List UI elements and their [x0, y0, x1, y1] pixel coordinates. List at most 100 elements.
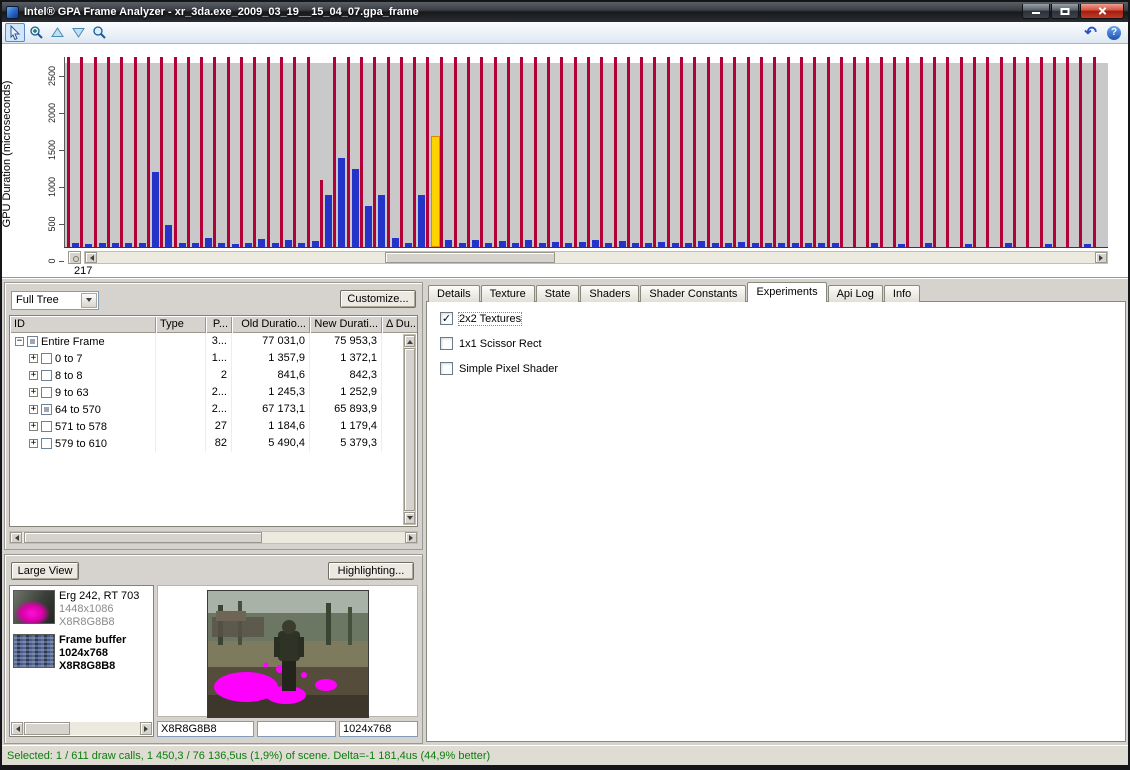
old-duration-bar[interactable]	[240, 57, 244, 247]
new-duration-bar[interactable]	[285, 239, 292, 247]
old-duration-bar[interactable]	[280, 57, 283, 247]
scrollbar-thumb[interactable]	[24, 532, 262, 543]
old-duration-bar[interactable]	[493, 57, 497, 247]
new-duration-bar[interactable]	[138, 242, 146, 247]
list-horizontal-scrollbar[interactable]	[11, 722, 152, 735]
tree-checkbox[interactable]	[41, 438, 52, 449]
tree-checkbox[interactable]	[41, 387, 52, 398]
new-duration-bar[interactable]	[351, 169, 359, 247]
scrollbar-thumb[interactable]	[24, 722, 70, 735]
expand-icon[interactable]: +	[29, 405, 38, 414]
old-duration-bar[interactable]	[133, 57, 137, 247]
new-duration-bar[interactable]	[578, 242, 586, 247]
scroll-left-arrow[interactable]	[11, 722, 23, 735]
old-duration-bar[interactable]	[720, 57, 723, 247]
new-duration-bar[interactable]	[391, 238, 399, 247]
middle-field[interactable]	[257, 721, 336, 737]
new-duration-bar[interactable]	[631, 242, 639, 247]
column-header-old-duratio-[interactable]: Old Duratio...	[232, 316, 310, 333]
expand-icon[interactable]: +	[29, 354, 38, 363]
scroll-up-button[interactable]	[47, 23, 67, 42]
close-button[interactable]	[1080, 4, 1124, 19]
old-duration-bar[interactable]	[480, 57, 484, 247]
tab-shader-constants[interactable]: Shader Constants	[640, 285, 747, 302]
old-duration-bar[interactable]	[293, 57, 297, 247]
undo-button[interactable]: ↶	[1084, 25, 1097, 40]
old-duration-bar[interactable]	[853, 57, 857, 247]
new-duration-bar[interactable]	[445, 239, 453, 247]
new-duration-bar[interactable]	[472, 239, 480, 247]
old-duration-bar[interactable]	[319, 180, 323, 247]
maximize-button[interactable]	[1051, 4, 1079, 19]
new-duration-bar[interactable]	[205, 238, 213, 247]
tab-shaders[interactable]: Shaders	[580, 285, 640, 302]
highlighting-button[interactable]: Highlighting...	[328, 562, 414, 580]
old-duration-bar[interactable]	[520, 57, 524, 247]
frame-buffer-image[interactable]	[206, 590, 369, 718]
old-duration-bar[interactable]	[746, 57, 750, 247]
new-duration-bar[interactable]	[525, 240, 533, 247]
new-duration-bar[interactable]	[711, 242, 719, 247]
old-duration-bar[interactable]	[933, 57, 936, 247]
expand-icon[interactable]: +	[29, 439, 38, 448]
table-row[interactable]: +0 to 7 1... 1 357,9 1 372,1	[10, 350, 404, 367]
scroll-down-arrow[interactable]	[404, 512, 415, 524]
tab-state[interactable]: State	[535, 285, 580, 302]
table-horizontal-scrollbar[interactable]	[9, 531, 418, 544]
tab-experiments[interactable]: Experiments	[747, 282, 827, 302]
chart-horizontal-scrollbar[interactable]	[84, 251, 1108, 264]
new-duration-bar[interactable]	[271, 243, 279, 247]
tree-checkbox[interactable]	[41, 370, 52, 381]
old-duration-bar[interactable]	[693, 57, 697, 247]
new-duration-bar[interactable]	[871, 243, 879, 247]
new-duration-bar[interactable]	[538, 242, 546, 247]
new-duration-bar[interactable]	[565, 242, 573, 247]
old-duration-bar[interactable]	[93, 57, 97, 247]
new-duration-bar[interactable]	[245, 242, 253, 247]
table-row[interactable]: +8 to 8 2 841,6 842,3	[10, 367, 404, 384]
old-duration-bar[interactable]	[866, 57, 870, 247]
new-duration-bar[interactable]	[111, 243, 119, 247]
old-duration-bar[interactable]	[972, 57, 976, 247]
new-duration-bar[interactable]	[378, 195, 386, 247]
old-duration-bar[interactable]	[786, 57, 790, 247]
old-duration-bar[interactable]	[653, 57, 657, 247]
old-duration-bar[interactable]	[533, 57, 537, 247]
old-duration-bar[interactable]	[346, 57, 350, 247]
experiment-option[interactable]: Simple Pixel Shader	[440, 362, 558, 375]
old-duration-bar[interactable]	[826, 57, 830, 247]
scrollbar-thumb[interactable]	[385, 252, 555, 263]
tree-checkbox[interactable]	[41, 353, 52, 364]
old-duration-bar[interactable]	[333, 57, 337, 247]
new-duration-bar[interactable]	[698, 241, 706, 247]
new-duration-bar[interactable]	[418, 195, 426, 247]
new-duration-bar[interactable]	[964, 243, 972, 247]
expand-icon[interactable]: +	[29, 388, 38, 397]
zoom-region-button[interactable]	[89, 23, 109, 42]
old-duration-bar[interactable]	[759, 57, 763, 247]
new-duration-bar[interactable]	[324, 195, 332, 247]
select-tool-button[interactable]	[5, 23, 25, 42]
old-duration-bar[interactable]	[573, 57, 577, 247]
new-duration-bar[interactable]	[671, 242, 679, 247]
tree-checkbox[interactable]	[41, 421, 52, 432]
column-header-p-[interactable]: P...	[206, 316, 232, 333]
table-row[interactable]: +579 to 610 82 5 490,4 5 379,3	[10, 435, 404, 452]
old-duration-bar[interactable]	[200, 57, 204, 247]
old-duration-bar[interactable]	[586, 57, 590, 247]
old-duration-bar[interactable]	[1052, 57, 1056, 247]
old-duration-bar[interactable]	[959, 57, 963, 247]
old-duration-bar[interactable]	[706, 57, 710, 247]
new-duration-bar[interactable]	[364, 206, 372, 247]
old-duration-bar[interactable]	[613, 57, 617, 247]
old-duration-bar[interactable]	[399, 57, 403, 247]
old-duration-bar[interactable]	[373, 57, 377, 247]
old-duration-bar[interactable]	[160, 57, 164, 247]
old-duration-bar[interactable]	[266, 57, 270, 247]
minimize-button[interactable]	[1022, 4, 1050, 19]
old-duration-bar[interactable]	[440, 57, 444, 247]
old-duration-bar[interactable]	[600, 57, 604, 247]
table-row[interactable]: +571 to 578 27 1 184,6 1 179,4	[10, 418, 404, 435]
old-duration-bar[interactable]	[1039, 57, 1043, 247]
new-duration-bar[interactable]	[231, 243, 239, 247]
